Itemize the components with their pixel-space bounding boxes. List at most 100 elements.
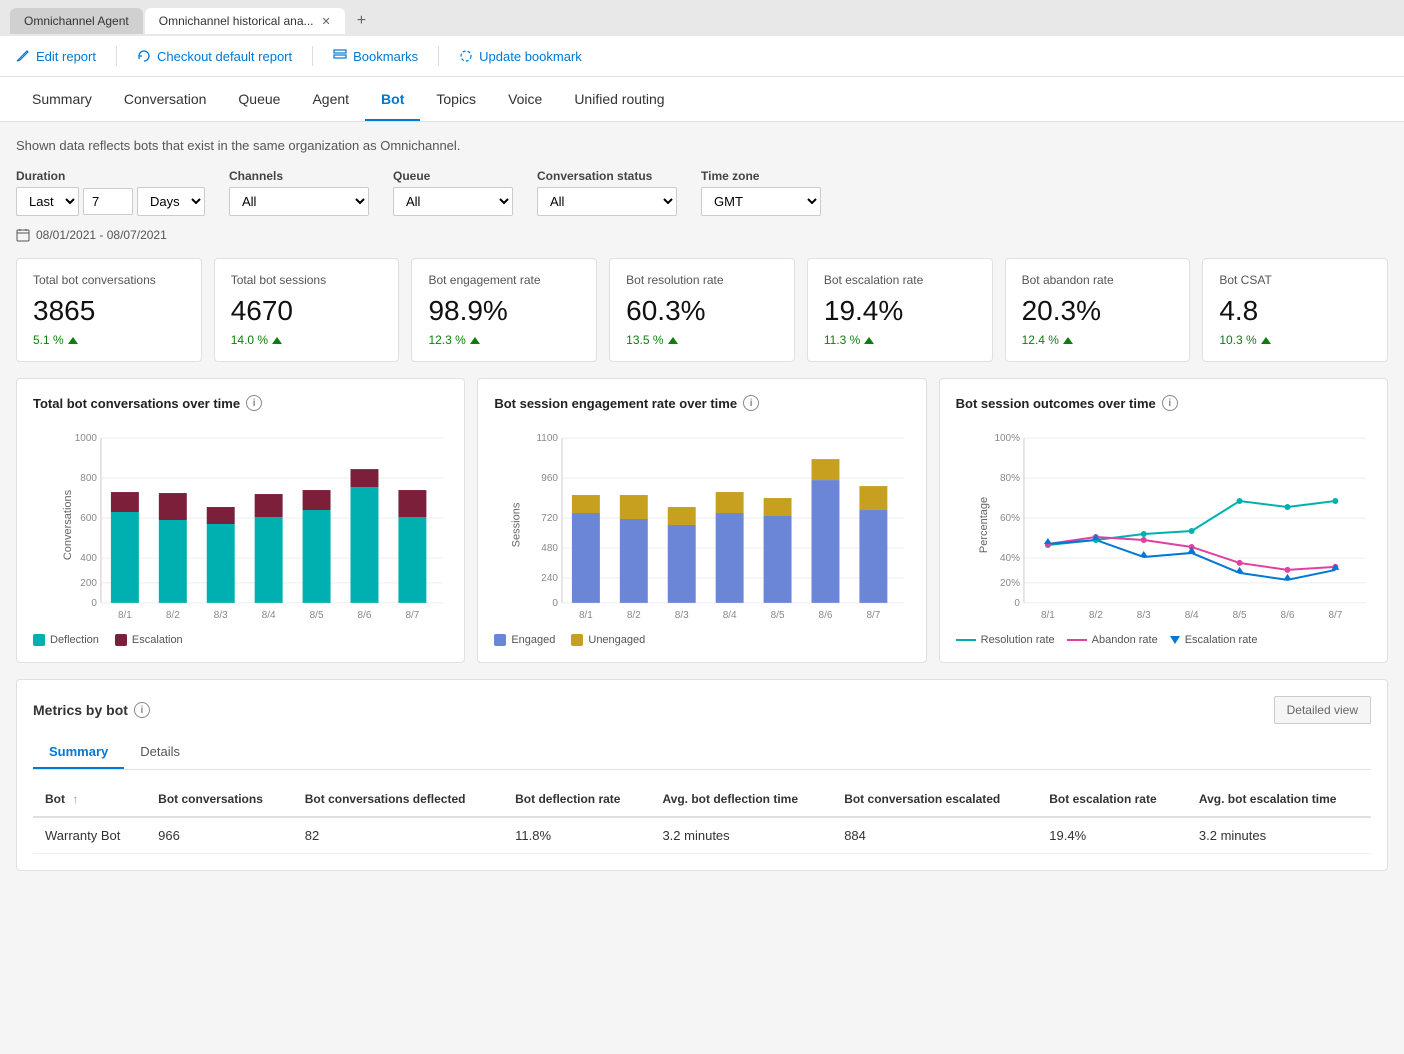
browser-tab-agent[interactable]: Omnichannel Agent	[10, 8, 143, 34]
svg-text:80%: 80%	[1000, 473, 1020, 484]
conv-status-filter: Conversation status All	[537, 169, 677, 216]
arrow-up-icon	[864, 337, 874, 344]
table-row: Warranty Bot 966 82 11.8% 3.2 minutes 88…	[33, 817, 1371, 854]
detailed-view-button[interactable]: Detailed view	[1274, 696, 1371, 724]
col-conversations[interactable]: Bot conversations	[146, 782, 293, 817]
arrow-up-icon	[272, 337, 282, 344]
duration-value-input[interactable]	[83, 188, 133, 215]
col-deflection-rate[interactable]: Bot deflection rate	[503, 782, 650, 817]
svg-text:8/7: 8/7	[867, 610, 881, 621]
nav-tab-summary[interactable]: Summary	[16, 77, 108, 121]
svg-text:8/1: 8/1	[1041, 610, 1055, 621]
col-escalated[interactable]: Bot conversation escalated	[832, 782, 1037, 817]
svg-text:8/2: 8/2	[627, 610, 641, 621]
y-axis-label-chart1: Conversations	[62, 489, 74, 559]
svg-text:240: 240	[542, 573, 559, 584]
update-bookmark-button[interactable]: Update bookmark	[459, 49, 582, 64]
col-escalation-rate[interactable]: Bot escalation rate	[1037, 782, 1187, 817]
cell-avg-escalation-time: 3.2 minutes	[1187, 817, 1371, 854]
svg-text:8/1: 8/1	[579, 610, 593, 621]
refresh-icon	[137, 49, 151, 63]
kpi-change-abandon: 12.4 %	[1022, 333, 1174, 347]
y-axis-label-chart3: Percentage	[978, 496, 990, 552]
metrics-sub-tabs: Summary Details	[33, 736, 1371, 770]
table-header-row: Bot ↑ Bot conversations Bot conversation…	[33, 782, 1371, 817]
nav-tab-agent[interactable]: Agent	[296, 77, 365, 121]
close-icon[interactable]: ✕	[322, 15, 331, 28]
toolbar: Edit report Checkout default report Book…	[0, 36, 1404, 77]
svg-text:8/4: 8/4	[262, 610, 276, 621]
channels-select[interactable]: All	[229, 187, 369, 216]
svg-text:40%: 40%	[1000, 553, 1020, 564]
info-icon[interactable]: i	[246, 395, 262, 411]
kpi-row: Total bot conversations 3865 5.1 % Total…	[16, 258, 1388, 362]
date-range: 08/01/2021 - 08/07/2021	[16, 228, 1388, 242]
resolution-legend	[956, 639, 976, 641]
nav-tab-topics[interactable]: Topics	[420, 77, 492, 121]
kpi-change-engagement: 12.3 %	[428, 333, 580, 347]
sync-icon	[459, 49, 473, 63]
kpi-change-sessions: 14.0 %	[231, 333, 383, 347]
svg-text:8/2: 8/2	[166, 610, 180, 621]
conv-status-select[interactable]: All	[537, 187, 677, 216]
checkout-default-button[interactable]: Checkout default report	[137, 49, 292, 64]
col-bot[interactable]: Bot ↑	[33, 782, 146, 817]
info-text: Shown data reflects bots that exist in t…	[16, 138, 1388, 153]
svg-text:200: 200	[80, 578, 97, 589]
chart-outcomes-over-time: Bot session outcomes over time i Percent…	[939, 378, 1388, 663]
cell-escalated: 884	[832, 817, 1037, 854]
timezone-select[interactable]: GMT	[701, 187, 821, 216]
cell-deflection-rate: 11.8%	[503, 817, 650, 854]
metrics-info-icon[interactable]: i	[134, 702, 150, 718]
sub-tab-details[interactable]: Details	[124, 736, 196, 769]
channels-filter: Channels All	[229, 169, 369, 216]
chart2-legend: Engaged Unengaged	[494, 634, 909, 646]
duration-unit-select[interactable]: Days	[137, 187, 205, 216]
filters-row: Duration Last Days Channels All Queue Al…	[16, 169, 1388, 216]
svg-text:8/6: 8/6	[1280, 610, 1294, 621]
svg-text:0: 0	[1014, 598, 1020, 609]
duration-type-select[interactable]: Last	[16, 187, 79, 216]
info-icon-2[interactable]: i	[743, 395, 759, 411]
svg-text:0: 0	[91, 598, 97, 609]
y-axis-label-chart2: Sessions	[511, 502, 523, 547]
kpi-total-conversations: Total bot conversations 3865 5.1 %	[16, 258, 202, 362]
add-tab-button[interactable]: +	[347, 6, 376, 36]
kpi-change-csat: 10.3 %	[1219, 333, 1371, 347]
col-avg-deflection-time[interactable]: Avg. bot deflection time	[650, 782, 832, 817]
queue-filter: Queue All	[393, 169, 513, 216]
arrow-up-icon	[470, 337, 480, 344]
svg-text:8/2: 8/2	[1089, 610, 1103, 621]
svg-text:20%: 20%	[1000, 578, 1020, 589]
col-avg-escalation-time[interactable]: Avg. bot escalation time	[1187, 782, 1371, 817]
nav-tab-bot[interactable]: Bot	[365, 77, 420, 121]
svg-text:8/3: 8/3	[675, 610, 689, 621]
chart3-legend: Resolution rate Abandon rate Escalation …	[956, 634, 1371, 646]
bookmarks-button[interactable]: Bookmarks	[333, 49, 418, 64]
escalation-rate-legend-triangle	[1170, 636, 1180, 644]
sub-tab-summary[interactable]: Summary	[33, 736, 124, 769]
nav-tab-unified-routing[interactable]: Unified routing	[558, 77, 680, 121]
svg-text:1100: 1100	[537, 433, 559, 444]
svg-text:8/6: 8/6	[819, 610, 833, 621]
arrow-up-icon	[1063, 337, 1073, 344]
kpi-engagement-rate: Bot engagement rate 98.9% 12.3 %	[411, 258, 597, 362]
svg-text:0: 0	[553, 598, 559, 609]
deflection-legend-dot	[33, 634, 45, 646]
cell-escalation-rate: 19.4%	[1037, 817, 1187, 854]
bookmarks-icon	[333, 49, 347, 63]
svg-text:8/1: 8/1	[118, 610, 132, 621]
nav-tab-conversation[interactable]: Conversation	[108, 77, 223, 121]
browser-tab-historical[interactable]: Omnichannel historical ana... ✕	[145, 8, 345, 34]
queue-select[interactable]: All	[393, 187, 513, 216]
nav-tab-voice[interactable]: Voice	[492, 77, 558, 121]
svg-text:100%: 100%	[994, 433, 1020, 444]
info-icon-3[interactable]: i	[1162, 395, 1178, 411]
divider	[438, 46, 439, 66]
unengaged-legend-dot	[571, 634, 583, 646]
edit-report-button[interactable]: Edit report	[16, 49, 96, 64]
metrics-title: Metrics by bot i	[33, 702, 150, 718]
col-deflected[interactable]: Bot conversations deflected	[293, 782, 503, 817]
metrics-table: Bot ↑ Bot conversations Bot conversation…	[33, 782, 1371, 854]
nav-tab-queue[interactable]: Queue	[222, 77, 296, 121]
